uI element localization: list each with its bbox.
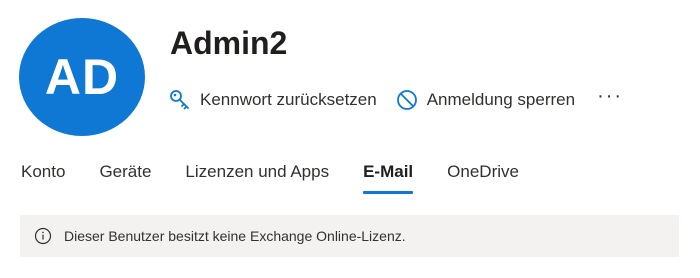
user-actions-bar: Kennwort zurücksetzen Anmeldung sperren … bbox=[168, 86, 623, 114]
tab-bar: Konto Geräte Lizenzen und Apps E-Mail On… bbox=[21, 162, 553, 194]
block-icon bbox=[395, 88, 419, 112]
tab-lizenzen-und-apps[interactable]: Lizenzen und Apps bbox=[185, 162, 329, 194]
key-icon bbox=[168, 88, 192, 112]
info-banner-message: Dieser Benutzer besitzt keine Exchange O… bbox=[64, 228, 406, 244]
more-icon[interactable]: ··· bbox=[597, 86, 623, 106]
reset-password-label: Kennwort zurücksetzen bbox=[200, 90, 377, 109]
info-banner: Dieser Benutzer besitzt keine Exchange O… bbox=[20, 215, 679, 257]
avatar: AD bbox=[19, 18, 145, 136]
block-signin-label: Anmeldung sperren bbox=[426, 90, 576, 109]
user-display-name: Admin2 bbox=[170, 25, 288, 61]
avatar-initials: AD bbox=[44, 49, 120, 105]
info-icon bbox=[34, 227, 52, 245]
tab-onedrive[interactable]: OneDrive bbox=[447, 162, 519, 194]
reset-password-button[interactable]: Kennwort zurücksetzen bbox=[168, 88, 377, 112]
block-signin-button[interactable]: Anmeldung sperren bbox=[395, 88, 575, 112]
tab-konto[interactable]: Konto bbox=[21, 162, 65, 194]
tab-email[interactable]: E-Mail bbox=[363, 162, 414, 194]
tab-geraete[interactable]: Geräte bbox=[99, 162, 151, 194]
